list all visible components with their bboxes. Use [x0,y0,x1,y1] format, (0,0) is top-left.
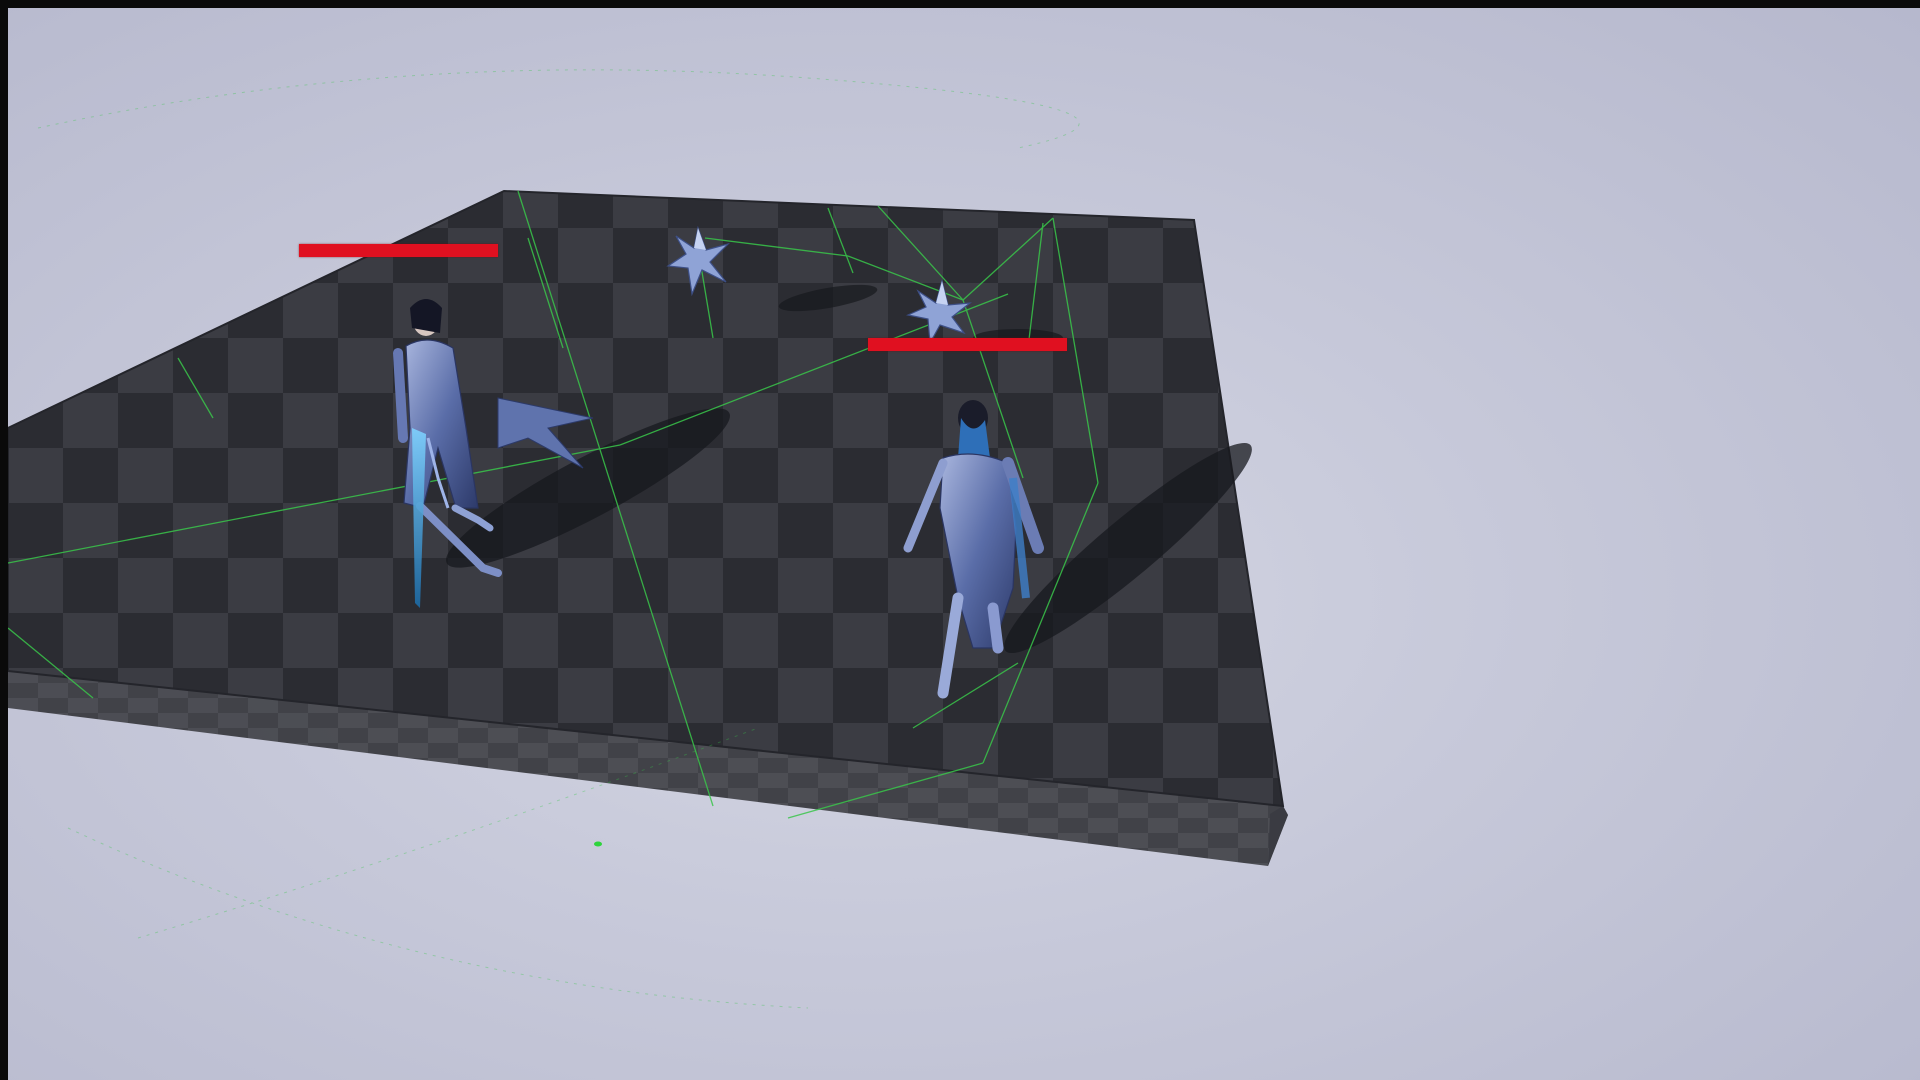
letterbox-top [0,0,1920,8]
player-health-fill [299,244,498,257]
game-viewport[interactable] [8,8,1920,1080]
letterbox-left [0,0,8,1080]
debug-marker [594,841,602,847]
enemy-health-fill [868,338,1067,351]
player-health-bar [299,244,498,257]
enemy-health-bar [868,338,1067,351]
scene-canvas [8,69,1288,1009]
